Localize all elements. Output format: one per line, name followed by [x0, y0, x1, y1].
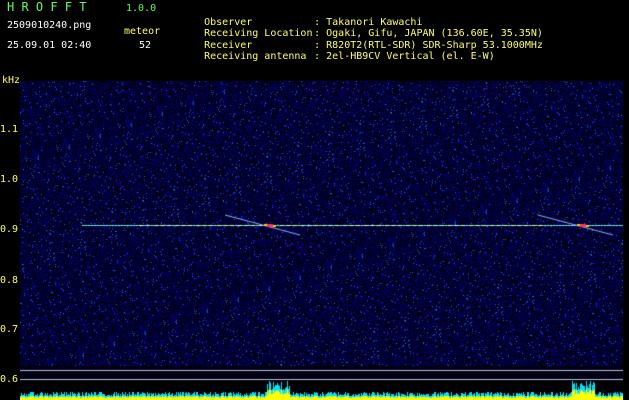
- date-time: 25.09.01 02:40: [7, 40, 92, 51]
- info-value: 2el-HB9CV Vertical (el. E-W): [326, 51, 495, 62]
- y-axis-unit: kHz: [2, 75, 21, 86]
- file-name: 2509010240.png: [7, 20, 92, 31]
- y-tick-label: 0.9: [0, 224, 19, 235]
- hrofft-screen: H R O F F T 1.0.0 2509010240.png meteor …: [0, 0, 629, 400]
- info-row-antenna: Receiving antenna: [180, 40, 306, 73]
- y-tick-label: 0.7: [0, 324, 19, 335]
- y-tick-label: 0.6: [0, 374, 19, 385]
- meteor-count: 52: [139, 40, 152, 51]
- meteor-label: meteor: [124, 26, 161, 37]
- y-tick-label: 1.0: [0, 174, 19, 185]
- y-tick-label: 1.1: [0, 124, 19, 135]
- app-title: H R O F F T: [7, 0, 87, 14]
- y-tick-label: 0.8: [0, 275, 19, 286]
- info-value-antenna: : 2el-HB9CV Vertical (el. E-W): [314, 51, 495, 62]
- app-version: 1.0.0: [126, 3, 157, 14]
- spectrogram: [20, 81, 623, 400]
